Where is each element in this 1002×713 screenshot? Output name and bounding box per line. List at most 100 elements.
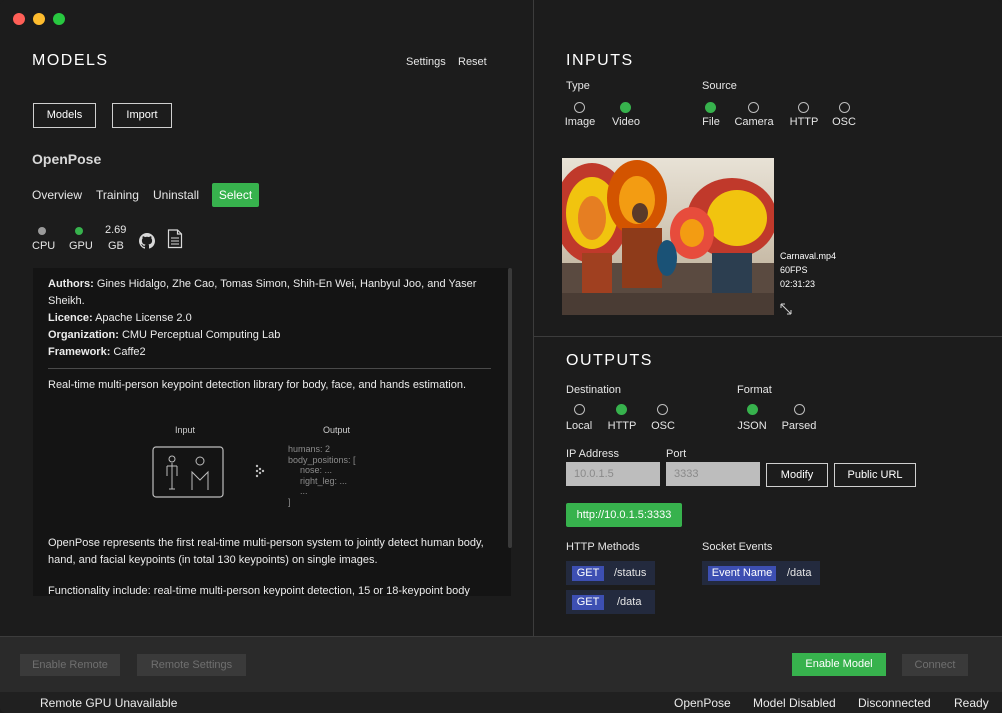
video-duration: 02:31:23 — [780, 279, 816, 289]
divider — [48, 368, 491, 369]
format-json-radio[interactable] — [747, 404, 758, 415]
output-line: body_positions: [ — [288, 454, 356, 465]
http-path: /status — [614, 567, 647, 579]
modify-button[interactable]: Modify — [766, 463, 828, 487]
port-input[interactable]: 3333 — [666, 462, 760, 486]
ready-status: Ready — [954, 696, 989, 710]
output-line: humans: 2 — [288, 444, 331, 454]
people-input-icon — [152, 446, 224, 498]
authors-label: Authors: — [48, 278, 94, 290]
source-camera-radio[interactable] — [748, 102, 759, 113]
organization-label: Organization: — [48, 329, 119, 341]
gpu-label: GPU — [69, 240, 93, 252]
destination-option-label: OSC — [651, 420, 675, 432]
format-option-label: Parsed — [781, 420, 817, 432]
http-verb-chip: GET — [572, 566, 604, 581]
model-state-status: Model Disabled — [753, 696, 836, 710]
tab-overview[interactable]: Overview — [32, 188, 82, 202]
select-button[interactable]: Select — [212, 183, 259, 207]
ip-address-input[interactable]: 10.0.1.5 — [566, 462, 660, 486]
output-line: right_leg: ... — [300, 475, 348, 486]
inputs-title: INPUTS — [566, 52, 634, 69]
model-size-unit: GB — [108, 240, 124, 252]
output-line: ... — [300, 486, 308, 496]
video-file-name: Carnaval.mp4 — [780, 251, 837, 261]
http-verb-chip: GET — [572, 595, 604, 610]
remote-settings-button[interactable]: Remote Settings — [137, 654, 246, 676]
source-option-label: OSC — [832, 116, 856, 128]
doc-scrollbar[interactable] — [508, 268, 512, 548]
model-paragraph: OpenPose represents the first real-time … — [48, 537, 484, 566]
output-line: nose: ... — [300, 465, 333, 475]
settings-link[interactable]: Settings — [406, 56, 446, 68]
reset-link[interactable]: Reset — [458, 56, 487, 68]
expand-icon[interactable] — [779, 302, 793, 316]
format-parsed-radio[interactable] — [794, 404, 805, 415]
models-title: MODELS — [32, 52, 109, 69]
socket-event-chip: Event Name — [708, 566, 776, 581]
cpu-label: CPU — [32, 240, 56, 252]
model-documentation[interactable]: Authors: Gines Hidalgo, Zhe Cao, Tomas S… — [33, 268, 511, 596]
authors-value: Gines Hidalgo, Zhe Cao, Tomas Simon, Shi… — [48, 278, 477, 307]
source-osc-radio[interactable] — [839, 102, 850, 113]
video-fps: 60FPS — [780, 265, 808, 275]
inputs-panel: INPUTS Type Image Video Source File Came… — [534, 0, 1002, 336]
enable-remote-button[interactable]: Enable Remote — [20, 654, 120, 676]
framework-label: Framework: — [48, 346, 111, 358]
model-status: OpenPose — [674, 696, 731, 710]
outputs-title: OUTPUTS — [566, 352, 653, 369]
type-label: Type — [566, 80, 590, 92]
licence-value: Apache License 2.0 — [95, 312, 192, 324]
destination-local-radio[interactable] — [574, 404, 585, 415]
http-methods-label: HTTP Methods — [566, 541, 640, 553]
diagram-output-label: Output — [323, 425, 351, 435]
http-path: /data — [617, 596, 642, 608]
socket-events-label: Socket Events — [702, 541, 773, 553]
http-method-row[interactable]: GET /data — [566, 590, 655, 614]
destination-http-radio[interactable] — [616, 404, 627, 415]
socket-event-row[interactable]: Event Name /data — [702, 561, 820, 585]
type-image-radio[interactable] — [574, 102, 585, 113]
document-icon[interactable] — [167, 229, 183, 249]
organization-value: CMU Perceptual Computing Lab — [121, 329, 281, 341]
tab-uninstall[interactable]: Uninstall — [153, 188, 199, 202]
diagram-input-label: Input — [175, 425, 196, 435]
source-file-radio[interactable] — [705, 102, 716, 113]
output-url-badge[interactable]: http://10.0.1.5:3333 — [566, 503, 682, 527]
diagram-output-code: humans: 2 body_positions: [ nose: ... ri… — [288, 444, 356, 507]
github-icon[interactable] — [139, 233, 155, 249]
arrow-icon — [255, 464, 265, 478]
format-label: Format — [737, 384, 772, 396]
video-preview[interactable] — [562, 158, 774, 315]
destination-osc-radio[interactable] — [657, 404, 668, 415]
source-http-radio[interactable] — [798, 102, 809, 113]
type-video-radio[interactable] — [620, 102, 631, 113]
cpu-status-icon — [38, 227, 46, 235]
enable-model-button[interactable]: Enable Model — [792, 653, 886, 676]
output-line: ] — [288, 496, 291, 507]
type-option-label: Video — [612, 116, 640, 128]
import-button[interactable]: Import — [112, 103, 172, 128]
public-url-button[interactable]: Public URL — [834, 463, 916, 487]
outputs-panel: OUTPUTS Destination Local HTTP OSC Forma… — [534, 337, 1002, 636]
action-bar: Enable Remote Remote Settings Enable Mod… — [0, 636, 1002, 692]
connect-button[interactable]: Connect — [902, 654, 968, 676]
app-window: MODELS Settings Reset Models Import Open… — [0, 0, 1002, 713]
port-label: Port — [666, 448, 687, 460]
remote-gpu-status: Remote GPU Unavailable — [40, 696, 178, 710]
model-paragraph: Functionality include: real-time multi-p… — [48, 585, 470, 596]
destination-label: Destination — [566, 384, 622, 396]
http-method-row[interactable]: GET /status — [566, 561, 655, 585]
model-meta: Authors: Gines Hidalgo, Zhe Cao, Tomas S… — [48, 276, 488, 361]
models-button[interactable]: Models — [33, 103, 96, 128]
model-description: Real-time multi-person keypoint detectio… — [48, 379, 467, 391]
gpu-status-icon — [75, 227, 83, 235]
model-size-value: 2.69 — [105, 224, 127, 236]
licence-label: Licence: — [48, 312, 93, 324]
status-bar: Remote GPU Unavailable OpenPose Model Di… — [0, 692, 1002, 713]
socket-path: /data — [787, 567, 812, 579]
source-label: Source — [702, 80, 737, 92]
video-info: Carnaval.mp4 60FPS 02:31:23 — [780, 249, 836, 291]
tab-training[interactable]: Training — [96, 188, 139, 202]
connection-status: Disconnected — [858, 696, 931, 710]
